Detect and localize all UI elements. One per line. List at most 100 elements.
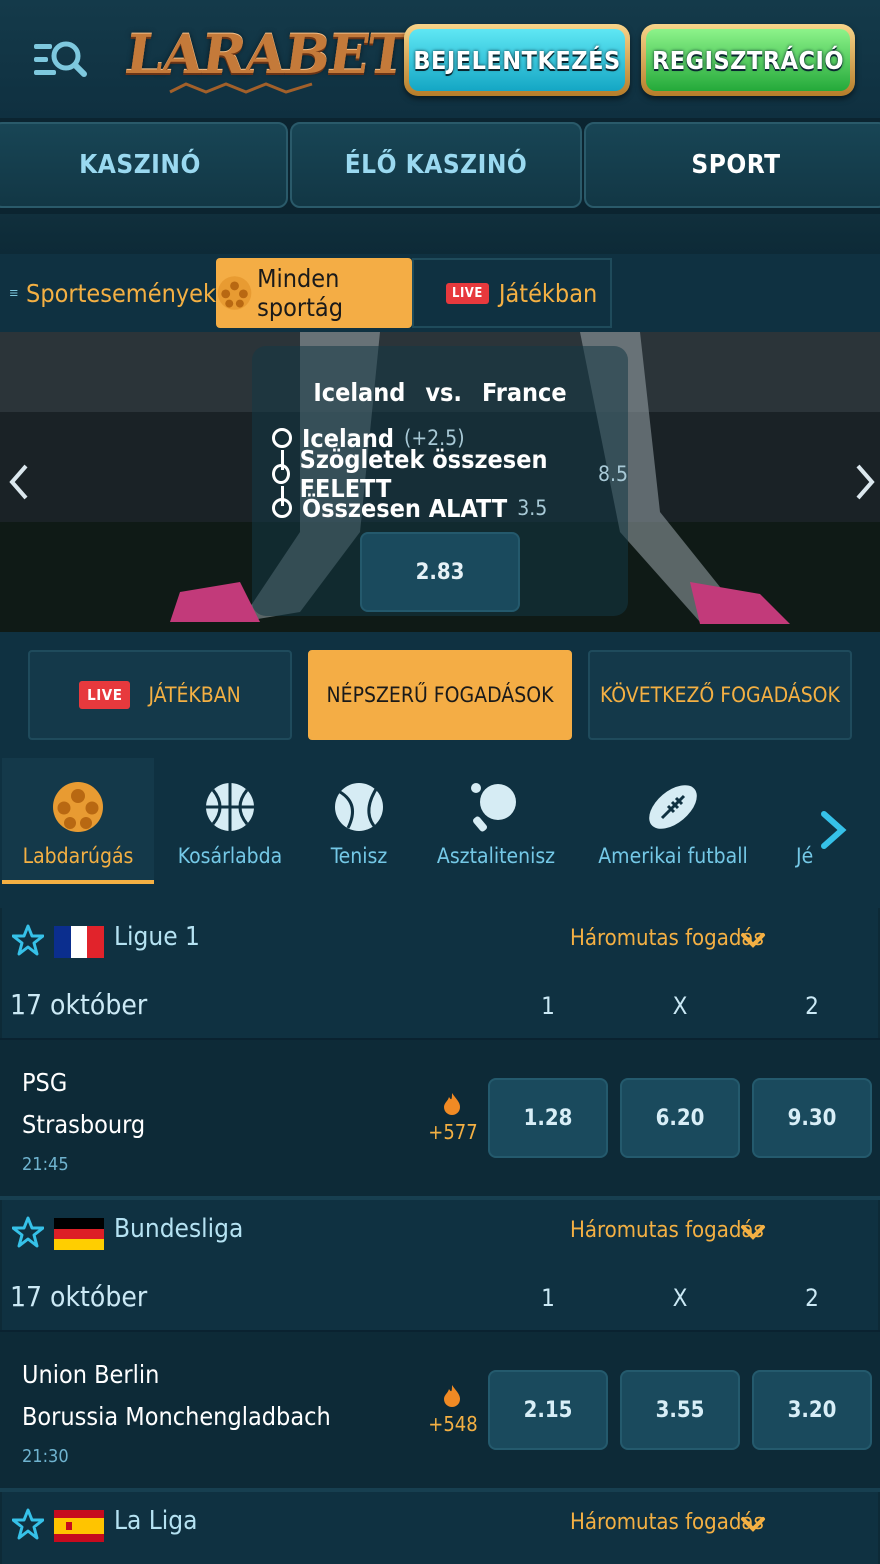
star-icon[interactable] <box>12 1508 44 1540</box>
more-markets-count[interactable]: +548 <box>428 1412 478 1436</box>
match-time: 21:45 <box>22 1154 69 1175</box>
bet-type-selector[interactable]: Háromutas fogadás <box>570 1218 764 1243</box>
sport-label: Kosárlabda <box>177 844 283 868</box>
sports-events-menu[interactable]: Sportesemények <box>10 258 216 328</box>
column-header-x: X <box>672 992 688 1020</box>
france-flag-icon <box>54 926 104 958</box>
league-title-row: La Liga Háromutas fogadás <box>2 1492 878 1558</box>
table-tennis-icon <box>471 783 516 832</box>
league-title-row: Bundesliga Háromutas fogadás <box>2 1200 878 1266</box>
logo-text: LARABET <box>121 22 411 86</box>
league-title-row: Ligue 1 Háromutas fogadás <box>2 908 878 974</box>
header: LARABET BEJELENTKEZÉS REGISZTRÁCIÓ <box>0 0 880 118</box>
featured-odd-button[interactable]: 2.83 <box>360 532 520 612</box>
odd-button-1[interactable]: 2.15 <box>488 1370 608 1450</box>
chevron-down-icon[interactable] <box>740 1224 766 1242</box>
match-time: 21:30 <box>22 1446 69 1467</box>
league-header-bundesliga: Bundesliga Háromutas fogadás 17 október … <box>2 1200 878 1330</box>
column-header-x: X <box>672 1284 688 1312</box>
tab-sport[interactable]: SPORT <box>584 122 880 208</box>
odd-button-x[interactable]: 3.55 <box>620 1370 740 1450</box>
column-header-1: 1 <box>541 992 555 1020</box>
sports-events-label: Sportesemények <box>26 278 216 308</box>
league-name: Ligue 1 <box>114 922 200 952</box>
banner-next-arrow-icon[interactable] <box>850 462 880 502</box>
bet-type-selector[interactable]: Háromutas fogadás <box>570 926 764 951</box>
popular-bets-tab[interactable]: NÉPSZERŰ FOGADÁSOK <box>308 650 572 740</box>
sport-tab-table-tennis[interactable]: Asztalitenisz <box>412 758 580 884</box>
more-markets-count[interactable]: +577 <box>428 1120 478 1144</box>
all-sports-tab[interactable]: Minden sportág <box>216 258 412 328</box>
selection-value: 3.5 <box>517 496 548 520</box>
sport-tab-tennis[interactable]: Tenisz <box>306 758 412 884</box>
login-label: BEJELENTKEZÉS <box>409 29 625 91</box>
register-label: REGISZTRÁCIÓ <box>646 29 850 91</box>
main-tabs: KASZINÓ ÉLŐ KASZINÓ SPORT <box>0 118 880 214</box>
menu-search-icon[interactable] <box>32 38 88 82</box>
league-name: Bundesliga <box>114 1214 244 1244</box>
bet-type-selector[interactable]: Háromutas fogadás <box>570 1510 764 1535</box>
tab-kaszino[interactable]: KASZINÓ <box>0 122 288 208</box>
tab-elo-kaszino[interactable]: ÉLŐ KASZINÓ <box>290 122 582 208</box>
all-sports-label: Minden sportág <box>257 264 343 322</box>
live-badge: LIVE <box>446 282 489 304</box>
selection-dot-icon <box>272 498 292 518</box>
featured-bet-banner: Iceland vs. France Iceland (+2.5) Szöglete… <box>0 332 880 632</box>
selection-dot-icon <box>272 428 292 448</box>
sport-tab-football[interactable]: Labdarúgás <box>2 758 154 884</box>
selection-row: Szögletek összesen FELETT 8.5 <box>272 445 628 503</box>
vs-label: vs. <box>425 378 462 407</box>
sport-label: Tenisz <box>330 844 388 868</box>
fire-icon <box>444 1385 460 1407</box>
larabet-logo[interactable]: LARABET <box>122 22 410 98</box>
next-bets-tab[interactable]: KÖVETKEZŐ FOGADÁSOK <box>588 650 852 740</box>
match-row[interactable]: PSG Strasbourg 21:45 +577 1.28 6.20 9.30 <box>0 1038 880 1200</box>
column-header-1: 1 <box>541 1284 555 1312</box>
in-play-bets-tab[interactable]: LIVE JÁTÉKBAN <box>28 650 292 740</box>
star-icon[interactable] <box>12 924 44 956</box>
germany-flag-icon <box>54 1218 104 1250</box>
selection-label: Összesen ALATT <box>302 493 508 523</box>
sport-tab-basketball[interactable]: Kosárlabda <box>154 758 306 884</box>
hamburger-icon <box>10 289 18 297</box>
selection-value: 8.5 <box>597 462 628 486</box>
bet-type-tabs: LIVE JÁTÉKBAN NÉPSZERŰ FOGADÁSOK KÖVETKE… <box>0 632 880 758</box>
spain-flag-icon <box>54 1510 104 1542</box>
featured-match-title: Iceland vs. France <box>252 378 628 407</box>
league-header-ligue-1: Ligue 1 Háromutas fogadás 17 október 1 X… <box>2 908 878 1038</box>
divider-band <box>0 214 880 254</box>
odd-button-2[interactable]: 3.20 <box>752 1370 872 1450</box>
register-button[interactable]: REGISZTRÁCIÓ <box>641 24 855 96</box>
match-date: 17 október <box>10 1280 148 1313</box>
sport-label: Labdarúgás <box>22 844 134 868</box>
away-team-name: Strasbourg <box>22 1110 146 1139</box>
away-team-name: Borussia Monchengladbach <box>22 1402 331 1431</box>
away-team: France <box>481 378 567 407</box>
selection-row: Összesen ALATT 3.5 <box>272 492 547 524</box>
odd-button-x[interactable]: 6.20 <box>620 1078 740 1158</box>
chevron-right-icon[interactable] <box>816 810 850 850</box>
match-row[interactable]: Union Berlin Borussia Monchengladbach 21… <box>0 1330 880 1492</box>
banner-prev-arrow-icon[interactable] <box>4 462 34 502</box>
in-play-bets-label: JÁTÉKBAN <box>148 683 241 707</box>
tennis-ball-icon <box>335 783 383 831</box>
sports-subnav: Sportesemények Minden sportág LIVE Játék… <box>0 254 880 332</box>
in-play-label: Játékban <box>498 278 598 308</box>
star-icon[interactable] <box>12 1216 44 1248</box>
league-date-row: 17 október 1 X 2 <box>2 974 878 1036</box>
chevron-down-icon[interactable] <box>740 1516 766 1534</box>
live-badge: LIVE <box>79 681 131 709</box>
login-button[interactable]: BEJELENTKEZÉS <box>404 24 630 96</box>
chevron-down-icon[interactable] <box>740 932 766 950</box>
fire-icon <box>444 1093 460 1115</box>
sports-selector: Labdarúgás Kosárlabda Tenisz Asztaliteni… <box>0 758 880 908</box>
sport-tab-american-football[interactable]: Amerikai futball <box>580 758 766 884</box>
odd-button-2[interactable]: 9.30 <box>752 1078 872 1158</box>
soccer-ball-icon <box>53 782 103 832</box>
in-play-tab[interactable]: LIVE Játékban <box>412 258 612 328</box>
odd-button-1[interactable]: 1.28 <box>488 1078 608 1158</box>
featured-bet-card: Iceland vs. France Iceland (+2.5) Szöglete… <box>252 346 628 616</box>
home-team: Iceland <box>313 378 406 407</box>
league-header-la-liga: La Liga Háromutas fogadás <box>2 1492 878 1564</box>
home-team-name: PSG <box>22 1068 68 1097</box>
